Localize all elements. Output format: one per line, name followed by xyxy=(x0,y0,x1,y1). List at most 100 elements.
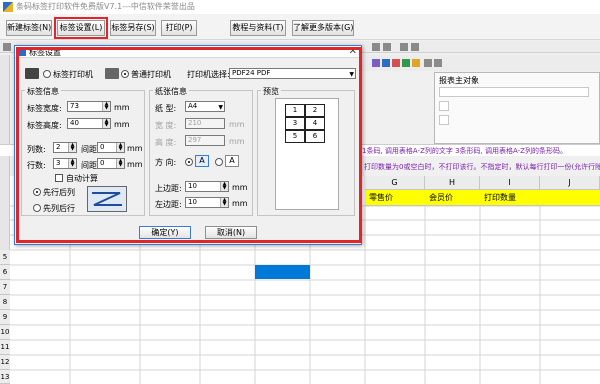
label-height-input[interactable]: 40 ▲ ▼ xyxy=(67,118,111,129)
panel-toggle[interactable] xyxy=(439,115,449,125)
label-printer-radio[interactable] xyxy=(43,70,51,78)
order-row-first-label: 先列后行 xyxy=(43,204,75,213)
printer-select-label: 打印机选择: xyxy=(187,70,230,79)
order-arrow-icon xyxy=(92,192,122,206)
tutorials-button[interactable]: 教程与资料(T) xyxy=(230,20,286,36)
panel-toggle[interactable] xyxy=(439,101,449,111)
spinner-arrows-icon[interactable]: ▲ ▼ xyxy=(220,198,228,207)
more-versions-button[interactable]: 了解更多版本(G) xyxy=(292,20,354,36)
col-gap-input[interactable]: 0 ▲ ▼ xyxy=(97,142,125,153)
print-button[interactable]: 打印(P) xyxy=(161,20,197,36)
image-icon[interactable] xyxy=(392,59,400,67)
cols-input[interactable]: 2 ▲ ▼ xyxy=(53,142,77,153)
preview-title: 预览 xyxy=(261,86,281,97)
left-margin-label: 左边距: xyxy=(155,200,182,209)
printer-icon xyxy=(25,68,39,79)
paper-width-input: 210 xyxy=(185,118,225,129)
order-row-first-radio[interactable] xyxy=(33,204,41,212)
open-icon[interactable] xyxy=(3,43,11,51)
cols-value: 2 xyxy=(56,143,61,151)
new-label-button[interactable]: 新建标签(N) xyxy=(6,20,52,36)
column-header-i[interactable]: I xyxy=(480,176,540,190)
cell-retail-price[interactable]: 零售价 xyxy=(365,190,425,206)
top-margin-input[interactable]: 10 ▲ ▼ xyxy=(185,181,229,192)
report-object-panel: 报表主对象 xyxy=(434,72,600,144)
left-margin-input[interactable]: 10 ▲ ▼ xyxy=(185,197,229,208)
label-width-input[interactable]: 73 ▲ ▼ xyxy=(67,101,111,112)
title-bar: 条码标签打印软件免费版V7.1---中信软件荣誉出品 xyxy=(0,0,600,14)
settings-icon xyxy=(18,48,26,56)
barcode-icon[interactable] xyxy=(382,59,390,67)
normal-printer-radio[interactable] xyxy=(121,70,129,78)
label-settings-button[interactable]: 标签设置(L) xyxy=(54,17,108,39)
selected-cell[interactable] xyxy=(255,265,310,279)
save-as-button[interactable]: 标签另存(S) xyxy=(110,20,156,36)
object-selector[interactable] xyxy=(439,87,589,97)
landscape-icon[interactable]: A xyxy=(225,155,239,167)
app-icon xyxy=(3,2,13,12)
paper-type-select[interactable]: A4 ▼ xyxy=(185,101,225,112)
left-margin-value: 10 xyxy=(188,198,197,206)
shape-icon[interactable] xyxy=(412,59,420,67)
unit-mm: mm xyxy=(229,137,245,146)
printer-select[interactable]: PDF24 PDF ▼ xyxy=(229,68,356,79)
row-header[interactable]: 12 xyxy=(0,355,10,370)
paper-height-label: 高 度: xyxy=(155,138,177,147)
portrait-icon[interactable]: A xyxy=(195,155,209,167)
row-header[interactable]: 10 xyxy=(0,325,10,340)
spinner-arrows-icon[interactable]: ▲ ▼ xyxy=(116,159,124,168)
unit-mm: mm xyxy=(232,199,248,208)
label-width-label: 标签宽度: xyxy=(27,104,62,113)
spinner-arrows-icon[interactable]: ▲ ▼ xyxy=(102,102,110,111)
printer-icon xyxy=(105,68,119,79)
align-icon[interactable] xyxy=(372,43,380,51)
cols-label: 列数: xyxy=(27,145,46,154)
column-header-j[interactable]: J xyxy=(540,176,600,190)
spinner-arrows-icon[interactable]: ▲ ▼ xyxy=(220,182,228,191)
row-gap-input[interactable]: 0 ▲ ▼ xyxy=(97,158,125,169)
row-header[interactable]: 11 xyxy=(0,340,10,355)
panel-title: 报表主对象 xyxy=(439,76,479,85)
close-icon[interactable]: ✕ xyxy=(349,46,357,57)
align-icon[interactable] xyxy=(383,43,391,51)
preview-label: 3 xyxy=(285,117,305,130)
cancel-button[interactable]: 取消(N) xyxy=(205,226,257,239)
landscape-radio[interactable] xyxy=(215,158,223,166)
dialog-title-bar: 标签设置 ✕ xyxy=(15,46,361,58)
table-icon[interactable] xyxy=(402,59,410,67)
rows-input[interactable]: 3 ▲ ▼ xyxy=(53,158,77,169)
cell-print-count[interactable]: 打印数量 xyxy=(480,190,540,206)
unit-mm: mm xyxy=(114,103,130,112)
preview-label: 6 xyxy=(305,130,325,143)
auto-calc-checkbox[interactable] xyxy=(55,174,63,182)
tool-icon[interactable] xyxy=(424,59,432,67)
row-header[interactable]: 6 xyxy=(0,265,10,280)
row-header[interactable]: 8 xyxy=(0,295,10,310)
spinner-arrows-icon[interactable]: ▲ ▼ xyxy=(68,143,76,152)
label-info-title: 标签信息 xyxy=(25,86,61,97)
row-header[interactable]: 5 xyxy=(0,250,10,265)
column-header-g[interactable]: G xyxy=(365,176,425,190)
spinner-arrows-icon[interactable]: ▲ ▼ xyxy=(102,119,110,128)
spinner-arrows-icon[interactable]: ▲ ▼ xyxy=(68,159,76,168)
chevron-down-icon: ▼ xyxy=(349,71,354,78)
ok-button[interactable]: 确定(Y) xyxy=(139,226,191,239)
chart-icon[interactable] xyxy=(372,59,380,67)
orientation-label: 方 向: xyxy=(155,158,177,167)
tool-icon[interactable] xyxy=(434,59,442,67)
unit-mm: mm xyxy=(114,120,130,129)
row-gap-value: 0 xyxy=(100,159,105,167)
layout-icon[interactable] xyxy=(400,43,408,51)
row-header[interactable]: 13 xyxy=(0,370,10,384)
order-col-first-radio[interactable] xyxy=(33,188,41,196)
spinner-arrows-icon[interactable]: ▲ ▼ xyxy=(116,143,124,152)
column-header-h[interactable]: H xyxy=(425,176,480,190)
col-gap-value: 0 xyxy=(100,143,105,151)
label-settings-dialog: 标签设置 ✕ 标签打印机 普通打印机 打印机选择: PDF24 PDF ▼ 标签… xyxy=(14,45,362,245)
row-gap-label: 间距 xyxy=(81,161,97,170)
row-header[interactable]: 9 xyxy=(0,310,10,325)
portrait-radio[interactable] xyxy=(185,158,193,166)
cell-member-price[interactable]: 会员价 xyxy=(425,190,480,206)
layout-icon[interactable] xyxy=(411,43,419,51)
row-header[interactable]: 7 xyxy=(0,280,10,295)
